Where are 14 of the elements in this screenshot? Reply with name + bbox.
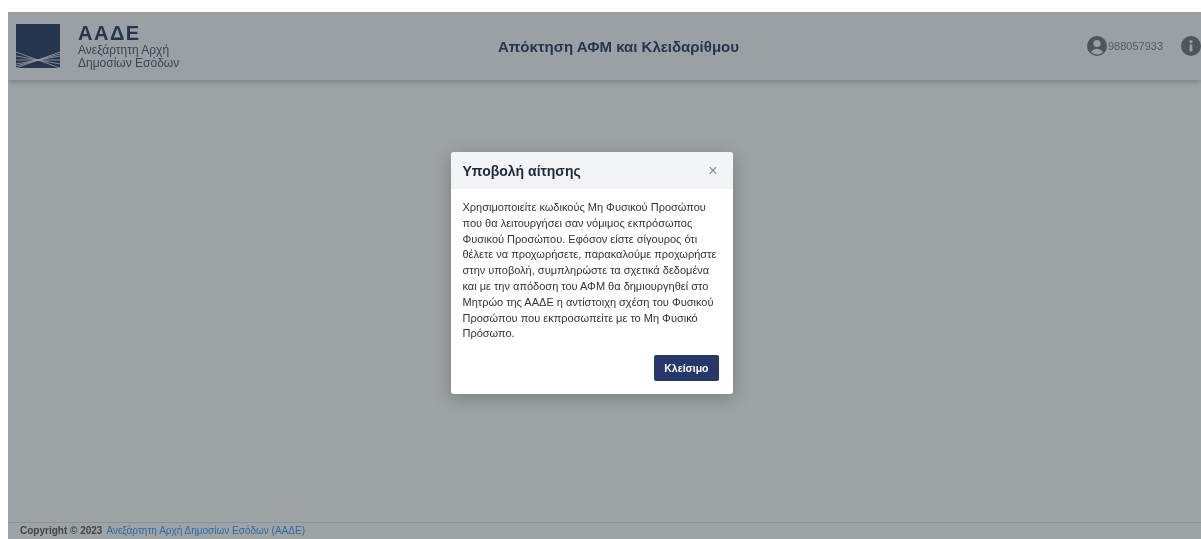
- modal-title: Υποβολή αίτησης: [462, 162, 581, 179]
- logo-subtitle: Δημοσίων Εσόδων: [78, 57, 180, 70]
- logo-subtitle: Ανεξάρτητη Αρχή: [78, 44, 170, 57]
- logo-icon: [16, 24, 60, 68]
- logo-abbreviation: ΑΑΔΕ: [78, 22, 142, 44]
- copyright-text: Copyright © 2023: [20, 525, 103, 538]
- user-icon[interactable]: [1086, 36, 1107, 56]
- modal-message: Χρησιμοποιείτε κωδικούς Μη Φυσικού Προσώπου που θα λειτουργήσει σαν νόμιμος εκπρόσωπος Φυσικού Προσώπου. Εφόσον είστε σίγουρος ότι θέλετε να προχωρήσετε, παρακαλούμε προχωρήστε στην υποβολή, συμπληρώστε τα σχετικά δεδομένα και με την απόδοση του ΑΦΜ θα δημιουργηθεί στο Μητρώο της ΑΑΔΕ η αντίστοιχη σχέση του Φυσικού Προσώπου που εκπροσωπείτε με το Μη Φυσικό Πρόσωπο.: [461, 200, 718, 342]
- close-dialog-button[interactable]: Κλείσιμο: [654, 355, 719, 382]
- close-button[interactable]: ×: [705, 161, 721, 180]
- user-id: 988057933: [1107, 40, 1163, 52]
- page-title: Απόκτηση ΑΦΜ και Κλειδαρίθμου: [497, 37, 740, 55]
- info-icon[interactable]: [1181, 36, 1201, 56]
- footer-link[interactable]: Ανεξάρτητη Αρχή Δημοσίων Εσόδων (ΑΑΔΕ): [106, 525, 305, 539]
